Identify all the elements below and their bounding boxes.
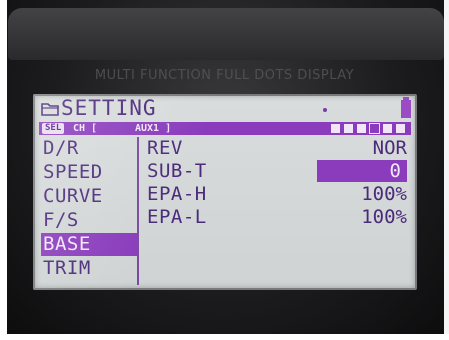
settings-menu: D/R SPEED CURVE F/S BASE TRIM bbox=[39, 137, 139, 285]
page-box-current bbox=[369, 123, 380, 134]
param-name: SUB-T bbox=[147, 160, 207, 182]
param-value-selected[interactable]: 0 bbox=[317, 160, 407, 182]
photo-edge bbox=[444, 0, 449, 340]
sel-badge[interactable]: SEL bbox=[42, 123, 65, 134]
param-row-rev[interactable]: REV NOR bbox=[147, 137, 409, 159]
page-box bbox=[396, 124, 405, 133]
param-row-sub-trim[interactable]: SUB-T 0 bbox=[147, 160, 409, 182]
menu-item-base[interactable]: BASE bbox=[41, 233, 137, 256]
page-box bbox=[331, 124, 340, 133]
menu-item-fs[interactable]: F/S bbox=[41, 209, 137, 232]
param-row-epa-h[interactable]: EPA-H 100% bbox=[147, 183, 409, 205]
title-row: SETTING bbox=[39, 96, 411, 120]
page-box bbox=[344, 124, 353, 133]
param-name: EPA-L bbox=[147, 206, 207, 228]
lcd-screen: SETTING SEL CH [ AUX1 ] D/R SPEED CURVE … bbox=[33, 94, 417, 290]
menu-item-speed[interactable]: SPEED bbox=[41, 161, 137, 184]
param-value[interactable]: NOR bbox=[373, 137, 407, 159]
page-box bbox=[383, 124, 392, 133]
battery-icon bbox=[401, 97, 411, 118]
param-value[interactable]: 100% bbox=[361, 183, 407, 205]
param-name: EPA-H bbox=[147, 183, 207, 205]
bezel-label: MULTI FUNCTION FULL DOTS DISPLAY bbox=[94, 68, 355, 83]
param-value[interactable]: 100% bbox=[361, 206, 407, 228]
device-photo: MULTI FUNCTION FULL DOTS DISPLAY SETTING… bbox=[0, 0, 449, 340]
indicator-dot-icon bbox=[323, 108, 327, 112]
channel-value[interactable]: AUX1 ] bbox=[135, 122, 171, 135]
transmitter-bezel bbox=[8, 8, 444, 60]
photo-edge bbox=[0, 0, 7, 340]
menu-item-dr[interactable]: D/R bbox=[41, 137, 137, 160]
photo-edge bbox=[0, 334, 449, 340]
menu-item-curve[interactable]: CURVE bbox=[41, 185, 137, 208]
selection-bar[interactable]: SEL CH [ AUX1 ] bbox=[39, 122, 411, 135]
page-box bbox=[357, 124, 366, 133]
folder-icon bbox=[41, 103, 59, 116]
page-title: SETTING bbox=[61, 96, 157, 120]
param-row-epa-l[interactable]: EPA-L 100% bbox=[147, 206, 409, 228]
channel-label: CH [ bbox=[73, 123, 98, 134]
menu-item-trim[interactable]: TRIM bbox=[41, 257, 137, 280]
param-name: REV bbox=[147, 137, 183, 159]
